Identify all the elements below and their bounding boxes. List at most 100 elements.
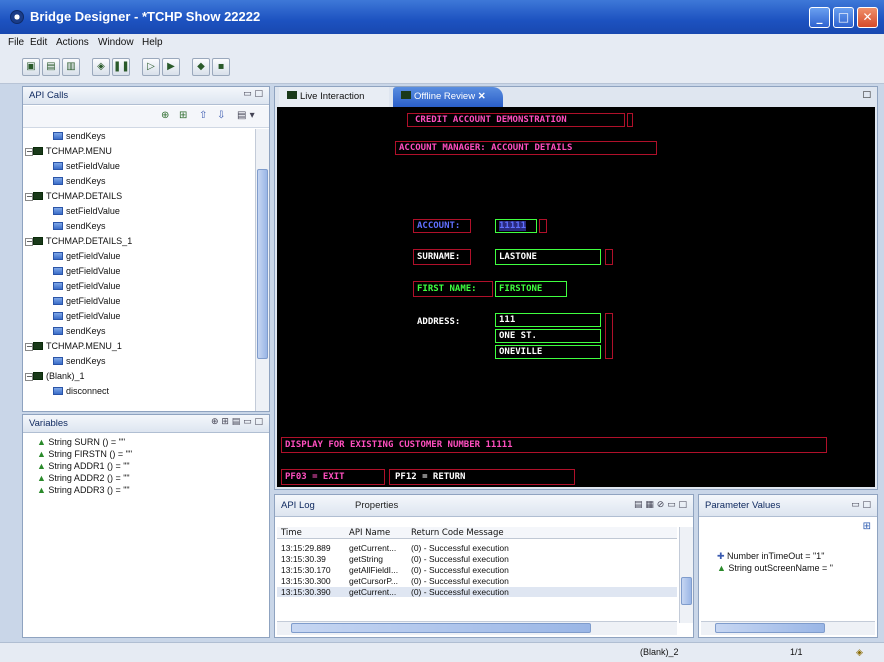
view-menu-icon[interactable]: ▤ ▾: [237, 110, 255, 121]
expand-toggle-icon[interactable]: −: [25, 238, 33, 246]
tree-screen-node[interactable]: (Blank)_1: [33, 371, 85, 381]
address2-value[interactable]: ONE ST.: [499, 331, 537, 341]
parameter-action-icon[interactable]: ⊞: [863, 521, 871, 532]
tree-method-node[interactable]: sendKeys: [53, 326, 106, 336]
tree-method-node[interactable]: sendKeys: [53, 176, 106, 186]
method-icon: [53, 357, 63, 365]
tree-method-node[interactable]: getFieldValue: [53, 281, 120, 291]
menu-file[interactable]: File: [8, 37, 24, 48]
firstname-value[interactable]: FIRSTONE: [499, 284, 542, 294]
record-icon[interactable]: ◈: [92, 58, 110, 76]
api-log-controls-icon[interactable]: ▤ ▦ ⊘ ▭ □: [634, 500, 687, 510]
close-button[interactable]: ✕: [857, 7, 878, 28]
api-log-hscrollbar[interactable]: [277, 621, 677, 635]
tree-method-node[interactable]: getFieldValue: [53, 266, 120, 276]
save-icon[interactable]: ▥: [62, 58, 80, 76]
table-cell: (0) - Successful execution: [411, 554, 509, 564]
stop-icon[interactable]: ▪: [212, 58, 230, 76]
table-row[interactable]: 13:15:30.39 getString (0) - Successful exe…: [277, 554, 677, 564]
tree-method-node[interactable]: getFieldValue: [53, 251, 120, 261]
col-api-name[interactable]: API Name: [349, 528, 390, 538]
tree-screen-node[interactable]: TCHMAP.DETAILS: [33, 191, 122, 201]
menu-actions[interactable]: Actions: [56, 37, 89, 48]
scroll-thumb[interactable]: [257, 169, 268, 359]
address1-value[interactable]: 111: [499, 315, 515, 325]
parameter-item[interactable]: ✚ Number inTimeOut = "1": [717, 551, 824, 562]
api-calls-panel: API Calls ▭ □ ⊕ ⊞ ⇧ ⇩ ▤ ▾ sendKeys − TCHMA…: [22, 86, 270, 412]
terminal-screen[interactable]: CREDIT ACCOUNT DEMONSTRATION ACCOUNT MAN…: [277, 107, 875, 487]
debug-icon[interactable]: ◆: [192, 58, 210, 76]
add-call-icon[interactable]: ⊕: [161, 110, 169, 121]
pause-icon[interactable]: ❚❚: [112, 58, 130, 76]
menu-edit[interactable]: Edit: [30, 37, 47, 48]
parameter-label: Number inTimeOut = "1": [727, 551, 825, 561]
table-row[interactable]: 13:15:30.300 getCursorP... (0) - Successfu…: [277, 576, 677, 586]
step-icon[interactable]: ▷: [142, 58, 160, 76]
editor-maximize-icon[interactable]: □: [862, 90, 871, 100]
tab-live-interaction[interactable]: Live Interaction: [279, 87, 389, 107]
open-icon[interactable]: ▤: [42, 58, 60, 76]
table-row[interactable]: 13:15:30.390 getCurrent... (0) - Successfu…: [277, 587, 677, 597]
tree-screen-node[interactable]: TCHMAP.MENU: [33, 146, 112, 156]
api-log-title[interactable]: API Log: [281, 500, 315, 511]
table-row[interactable]: 13:15:29.889 getCurrent... (0) - Successfu…: [277, 543, 677, 553]
screen-icon: [33, 372, 43, 380]
api-log-column-headers: Time API Name Return Code Message: [277, 527, 677, 539]
parameter-item[interactable]: ▲ String outScreenName = ": [717, 563, 833, 573]
tree-node-label: sendKeys: [66, 131, 106, 141]
pf3-label: PF03 = EXIT: [285, 472, 345, 482]
menu-help[interactable]: Help: [142, 37, 163, 48]
move-down-icon[interactable]: ⇩: [217, 110, 225, 121]
tree-method-node[interactable]: getFieldValue: [53, 311, 120, 321]
api-calls-title: API Calls: [29, 90, 69, 101]
tree-screen-node[interactable]: TCHMAP.DETAILS_1: [33, 236, 132, 246]
table-cell: 13:15:30.300: [281, 576, 331, 586]
move-up-icon[interactable]: ⇧: [199, 110, 207, 121]
scroll-thumb[interactable]: [715, 623, 825, 633]
tree-node-label: getFieldValue: [66, 296, 121, 306]
tab-properties[interactable]: Properties: [355, 500, 398, 511]
col-time[interactable]: Time: [281, 528, 302, 538]
variable-icon: ▲: [37, 461, 49, 471]
scroll-thumb[interactable]: [291, 623, 591, 633]
api-log-scrollbar[interactable]: [679, 527, 693, 623]
variable-item[interactable]: ▲ String ADDR3 () = "": [37, 485, 130, 495]
variables-controls-icon[interactable]: ⊕ ⊞ ▤ ▭ □: [211, 417, 263, 427]
expand-toggle-icon[interactable]: −: [25, 343, 33, 351]
tab-offline-review[interactable]: Offline Review ✕: [393, 87, 503, 107]
insert-call-icon[interactable]: ⊞: [179, 110, 187, 121]
tab-close-icon[interactable]: ✕: [478, 91, 486, 102]
account-label: ACCOUNT:: [417, 221, 461, 231]
maximize-button[interactable]: □: [833, 7, 854, 28]
table-row[interactable]: 13:15:30.170 getAllFieldI... (0) - Success…: [277, 565, 677, 575]
tree-method-node[interactable]: getFieldValue: [53, 296, 120, 306]
tree-method-node[interactable]: setFieldValue: [53, 161, 120, 171]
scroll-thumb[interactable]: [681, 577, 692, 605]
address3-value[interactable]: ONEVILLE: [499, 347, 542, 357]
tree-method-node[interactable]: setFieldValue: [53, 206, 120, 216]
col-return-code[interactable]: Return Code Message: [411, 528, 504, 538]
new-icon[interactable]: ▣: [22, 58, 40, 76]
tree-method-node[interactable]: sendKeys: [53, 356, 106, 366]
variable-item[interactable]: ▲ String ADDR1 () = "": [37, 461, 130, 471]
tree-method-node[interactable]: disconnect: [53, 386, 109, 396]
tree-method-node[interactable]: sendKeys: [53, 131, 106, 141]
surname-value[interactable]: LASTONE: [499, 252, 537, 262]
tree-method-node[interactable]: sendKeys: [53, 221, 106, 231]
api-calls-scrollbar[interactable]: [255, 129, 269, 411]
variable-item[interactable]: ▲ String FIRSTN () = "": [37, 449, 132, 459]
parameter-controls-icon[interactable]: ▭ □: [851, 500, 871, 510]
panel-minmax-icon[interactable]: ▭ □: [243, 89, 263, 99]
account-value[interactable]: 11111: [499, 221, 527, 231]
variable-item[interactable]: ▲ String SURN () = "": [37, 437, 125, 447]
method-icon: [53, 282, 63, 290]
expand-toggle-icon[interactable]: −: [25, 148, 33, 156]
minimize-button[interactable]: _: [809, 7, 830, 28]
expand-toggle-icon[interactable]: −: [25, 373, 33, 381]
run-icon[interactable]: ▶: [162, 58, 180, 76]
expand-toggle-icon[interactable]: −: [25, 193, 33, 201]
parameter-hscrollbar[interactable]: [701, 621, 875, 635]
tree-screen-node[interactable]: TCHMAP.MENU_1: [33, 341, 122, 351]
variable-item[interactable]: ▲ String ADDR2 () = "": [37, 473, 130, 483]
menu-window[interactable]: Window: [98, 37, 134, 48]
